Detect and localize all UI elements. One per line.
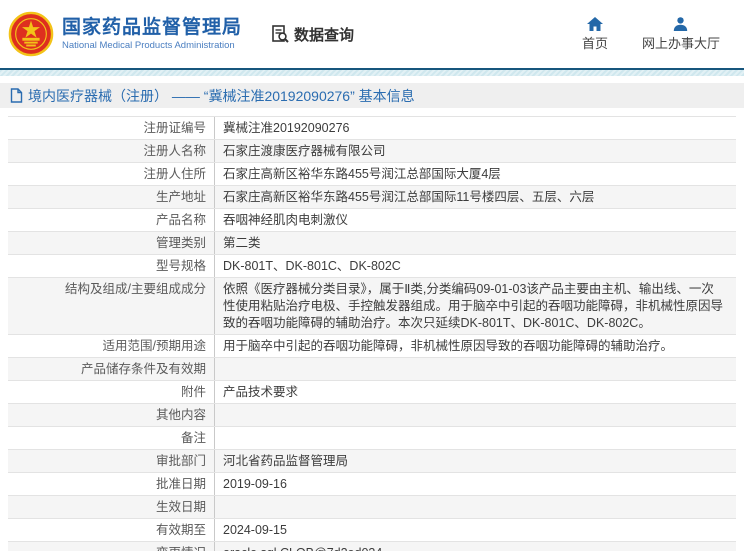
row-label: 适用范围/预期用途 [8,335,215,357]
row-value: oracle.sql.CLOB@7d2ed034 [215,542,736,551]
row-label: 有效期至 [8,519,215,541]
table-row: 生产地址 石家庄高新区裕华东路455号润江总部国际11号楼四层、五层、六层 [8,186,736,209]
row-label: 生效日期 [8,496,215,518]
breadcrumb-text: 境内医疗器械（注册） —— “冀械注准20192090276” 基本信息 [28,87,415,104]
row-label: 结构及组成/主要组成成分 [8,278,215,334]
row-value [215,496,736,518]
nav-home-label: 首页 [581,35,608,51]
person-icon [674,16,688,31]
breadcrumb: 境内医疗器械（注册） —— “冀械注准20192090276” 基本信息 [0,83,744,108]
row-value: 石家庄高新区裕华东路455号润江总部国际大厦4层 [223,166,501,181]
row-label: 型号规格 [8,255,215,277]
row-value: 石家庄渡康医疗器械有限公司 [223,143,386,158]
row-label: 注册证编号 [8,117,215,139]
row-value [215,358,736,380]
table-row: 型号规格 DK-801T、DK-801C、DK-802C [8,255,736,278]
row-label: 生产地址 [8,186,215,208]
table-row: 注册人名称 石家庄渡康医疗器械有限公司 [8,140,736,163]
row-value: 2019-09-16 [223,476,287,491]
row-label: 管理类别 [8,232,215,254]
table-row: 有效期至 2024-09-15 [8,519,736,542]
row-value: 第二类 [223,235,261,250]
table-row: 批准日期 2019-09-16 [8,473,736,496]
table-row: 结构及组成/主要组成成分 依照《医疗器械分类目录》，属于Ⅱ类,分类编码09-01-… [8,278,736,335]
table-row: 其他内容 [8,404,736,427]
national-emblem-logo [8,11,54,57]
row-value: 依照《医疗器械分类目录》，属于Ⅱ类,分类编码09-01-03该产品主要由主机、输… [223,281,724,330]
table-row: 产品名称 吞咽神经肌肉电刺激仪 [8,209,736,232]
row-value: DK-801T、DK-801C、DK-802C [223,258,401,273]
document-search-icon [272,25,289,43]
row-label: 其他内容 [8,404,215,426]
nav-home[interactable]: 首页 [581,16,608,52]
table-row: 变更情况oracle.sql.CLOB@7d2ed034 [8,542,736,551]
row-label: 批准日期 [8,473,215,495]
row-value: 河北省药品监督管理局 [223,453,349,468]
nav-online-hall-label: 网上办事大厅 [641,35,720,51]
row-value [215,404,736,426]
table-row: 附件 产品技术要求 [8,381,736,404]
row-value [215,427,736,449]
data-query-label: 数据查询 [294,26,355,44]
row-value: 产品技术要求 [223,384,299,399]
table-row: 注册人住所 石家庄高新区裕华东路455号润江总部国际大厦4层 [8,163,736,186]
table-row: 注册证编号 冀械注准20192090276 [8,117,736,140]
row-label: 变更情况 [8,542,215,551]
row-value: 用于脑卒中引起的吞咽功能障碍，非机械性原因导致的吞咽功能障碍的辅助治疗。 [223,338,674,353]
table-row: 适用范围/预期用途 用于脑卒中引起的吞咽功能障碍，非机械性原因导致的吞咽功能障碍的… [8,335,736,358]
table-row: 审批部门 河北省药品监督管理局 [8,450,736,473]
table-row: 生效日期 [8,496,736,519]
brand-block: 国家药品监督管理局 National Medical Products Admi… [62,16,242,52]
page-icon [10,88,23,103]
data-query-button[interactable]: 数据查询 [270,24,354,45]
agency-name-cn: 国家药品监督管理局 [62,17,243,38]
info-table: 注册证编号 冀械注准20192090276 注册人名称 石家庄渡康医疗器械有限公司 注册… [8,116,736,551]
agency-name-en: National Medical Products Administration [62,40,235,51]
row-label: 注册人名称 [8,140,215,162]
table-row: 管理类别 第二类 [8,232,736,255]
row-value: 石家庄高新区裕华东路455号润江总部国际11号楼四层、五层、六层 [223,189,595,204]
header-nav: 首页 网上办事大厅 [581,16,734,52]
row-value: 冀械注准20192090276 [223,120,350,135]
nav-online-hall[interactable]: 网上办事大厅 [641,16,720,52]
table-row: 产品储存条件及有效期 [8,358,736,381]
decorative-band [0,70,744,76]
row-label: 产品名称 [8,209,215,231]
table-row: 备注 [8,427,736,450]
site-header: 国家药品监督管理局 National Medical Products Admi… [0,0,744,70]
row-label: 注册人住所 [8,163,215,185]
home-icon [586,16,603,31]
row-label: 产品储存条件及有效期 [8,358,215,380]
row-label: 备注 [8,427,215,449]
row-value: 2024-09-15 [223,522,287,537]
row-value: 吞咽神经肌肉电刺激仪 [223,212,349,227]
row-label: 审批部门 [8,450,215,472]
row-label: 附件 [8,381,215,403]
